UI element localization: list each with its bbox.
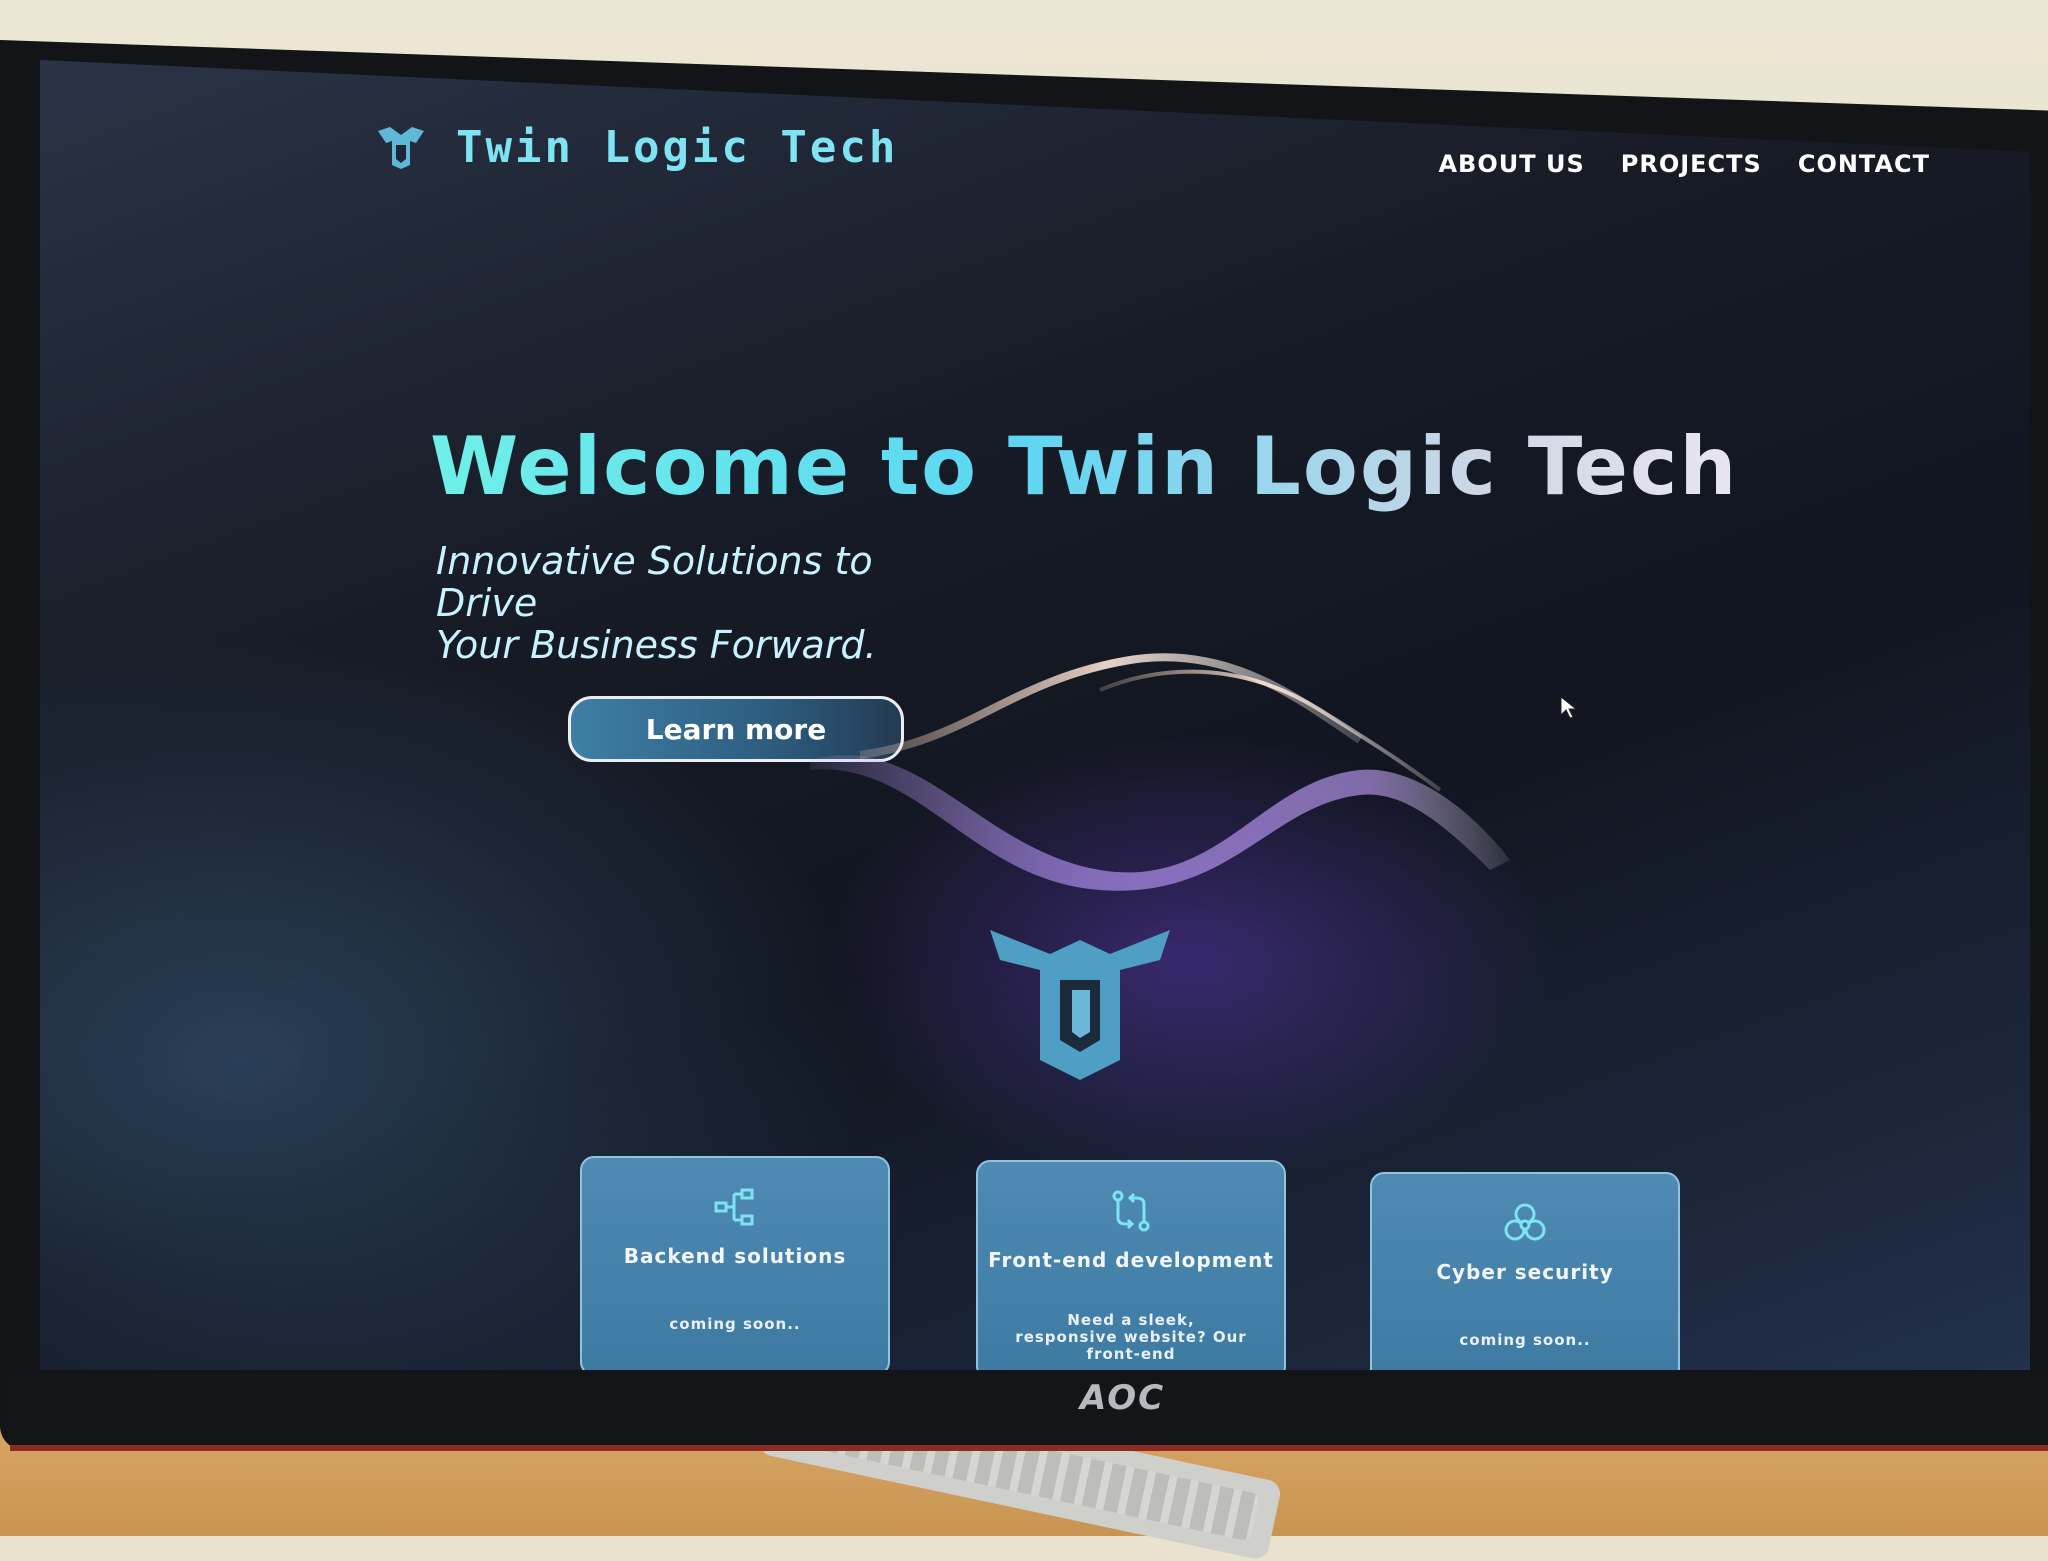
service-title: Backend solutions xyxy=(623,1244,847,1268)
git-compare-icon xyxy=(1112,1190,1150,1232)
nav-contact[interactable]: CONTACT xyxy=(1798,150,1930,178)
hero-subtitle-line1: Innovative Solutions to Drive xyxy=(436,539,873,625)
service-text: coming soon.. xyxy=(669,1315,801,1333)
logo-icon xyxy=(378,126,424,169)
hero-title: Welcome to Twin Logic Tech xyxy=(430,420,1739,513)
service-text: coming soon.. xyxy=(1459,1331,1591,1349)
service-text: Need a sleek, responsive website? Our fr… xyxy=(1015,1311,1247,1363)
main-nav: ABOUT US PROJECTS CONTACT xyxy=(1438,150,1930,178)
brand-emblem-icon xyxy=(990,930,1170,1080)
screen: Twin Logic Tech ABOUT US PROJECTS CONTAC… xyxy=(40,60,2030,1370)
hierarchy-icon xyxy=(714,1188,754,1226)
nav-about-us[interactable]: ABOUT US xyxy=(1438,150,1584,178)
service-card-backend[interactable]: Backend solutions coming soon.. xyxy=(580,1156,890,1370)
service-title: Front-end development xyxy=(988,1248,1274,1272)
nav-projects[interactable]: PROJECTS xyxy=(1621,150,1762,178)
site-logo[interactable]: Twin Logic Tech xyxy=(376,122,898,173)
wave-graphic xyxy=(810,653,1510,891)
monitor-brand-logo: AOC xyxy=(1080,1378,1166,1418)
service-title: Cyber security xyxy=(1436,1260,1614,1284)
service-card-cyber-security[interactable]: Cyber security coming soon.. xyxy=(1370,1172,1680,1370)
biohazard-icon xyxy=(1504,1203,1546,1241)
site-title: Twin Logic Tech xyxy=(456,122,899,173)
mouse-cursor-icon xyxy=(1560,696,1578,719)
service-card-frontend[interactable]: Front-end development Need a sleek, resp… xyxy=(976,1160,1286,1370)
monitor-bezel xyxy=(10,1375,2048,1451)
